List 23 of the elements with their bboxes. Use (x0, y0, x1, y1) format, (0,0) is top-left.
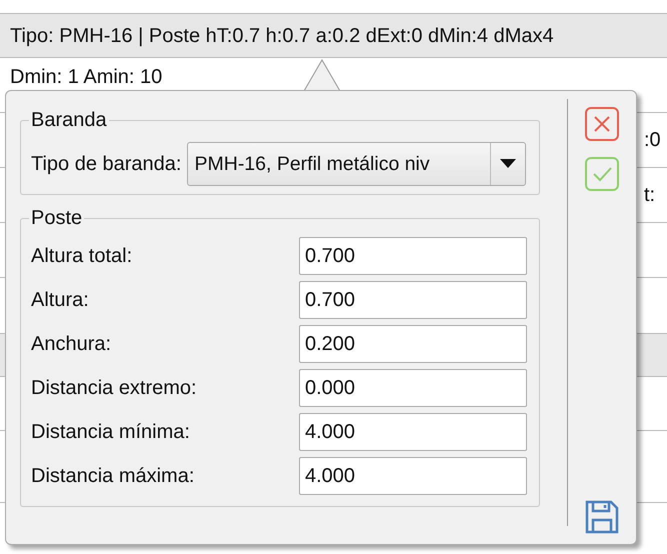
field-label: Anchura: (31, 332, 112, 356)
input-field[interactable]: 4.000 (299, 457, 527, 495)
field-label: Distancia mínima: (31, 420, 190, 444)
group-title: Poste (30, 207, 84, 230)
field-label: Distancia máxima: (31, 464, 194, 488)
input-field[interactable]: 0.200 (299, 325, 527, 363)
field-label: Altura total: (31, 244, 132, 268)
field-label: Altura: (31, 288, 89, 312)
input-field[interactable]: 0.700 (299, 237, 527, 275)
table-cell: :0 (644, 128, 661, 152)
field-label: Distancia extremo: (31, 376, 197, 400)
field-label: Tipo de baranda: (31, 152, 182, 176)
table-cell: Tipo: PMH-16 | Poste hT:0.7 h:0.7 a:0.2 dExt:0 dMin:4 dMax4 (10, 24, 554, 46)
railing-type-dropdown[interactable]: PMH-16, Perfil metálico niv (187, 142, 526, 186)
input-field[interactable]: 0.000 (299, 369, 527, 407)
input-field[interactable]: 0.700 (299, 281, 527, 319)
table-row[interactable]: Tipo: PMH-16 | Poste hT:0.7 h:0.7 a:0.2 dExt:0 dMin:4 dMax4 (0, 14, 667, 58)
table-cell: t: (644, 184, 656, 206)
confirm-button[interactable] (585, 157, 619, 191)
table-cell-text: Dmin: 1 Amin: 10 (10, 65, 162, 88)
input-field[interactable]: 4.000 (299, 413, 527, 451)
save-button[interactable] (585, 500, 619, 534)
close-button[interactable] (585, 107, 619, 141)
